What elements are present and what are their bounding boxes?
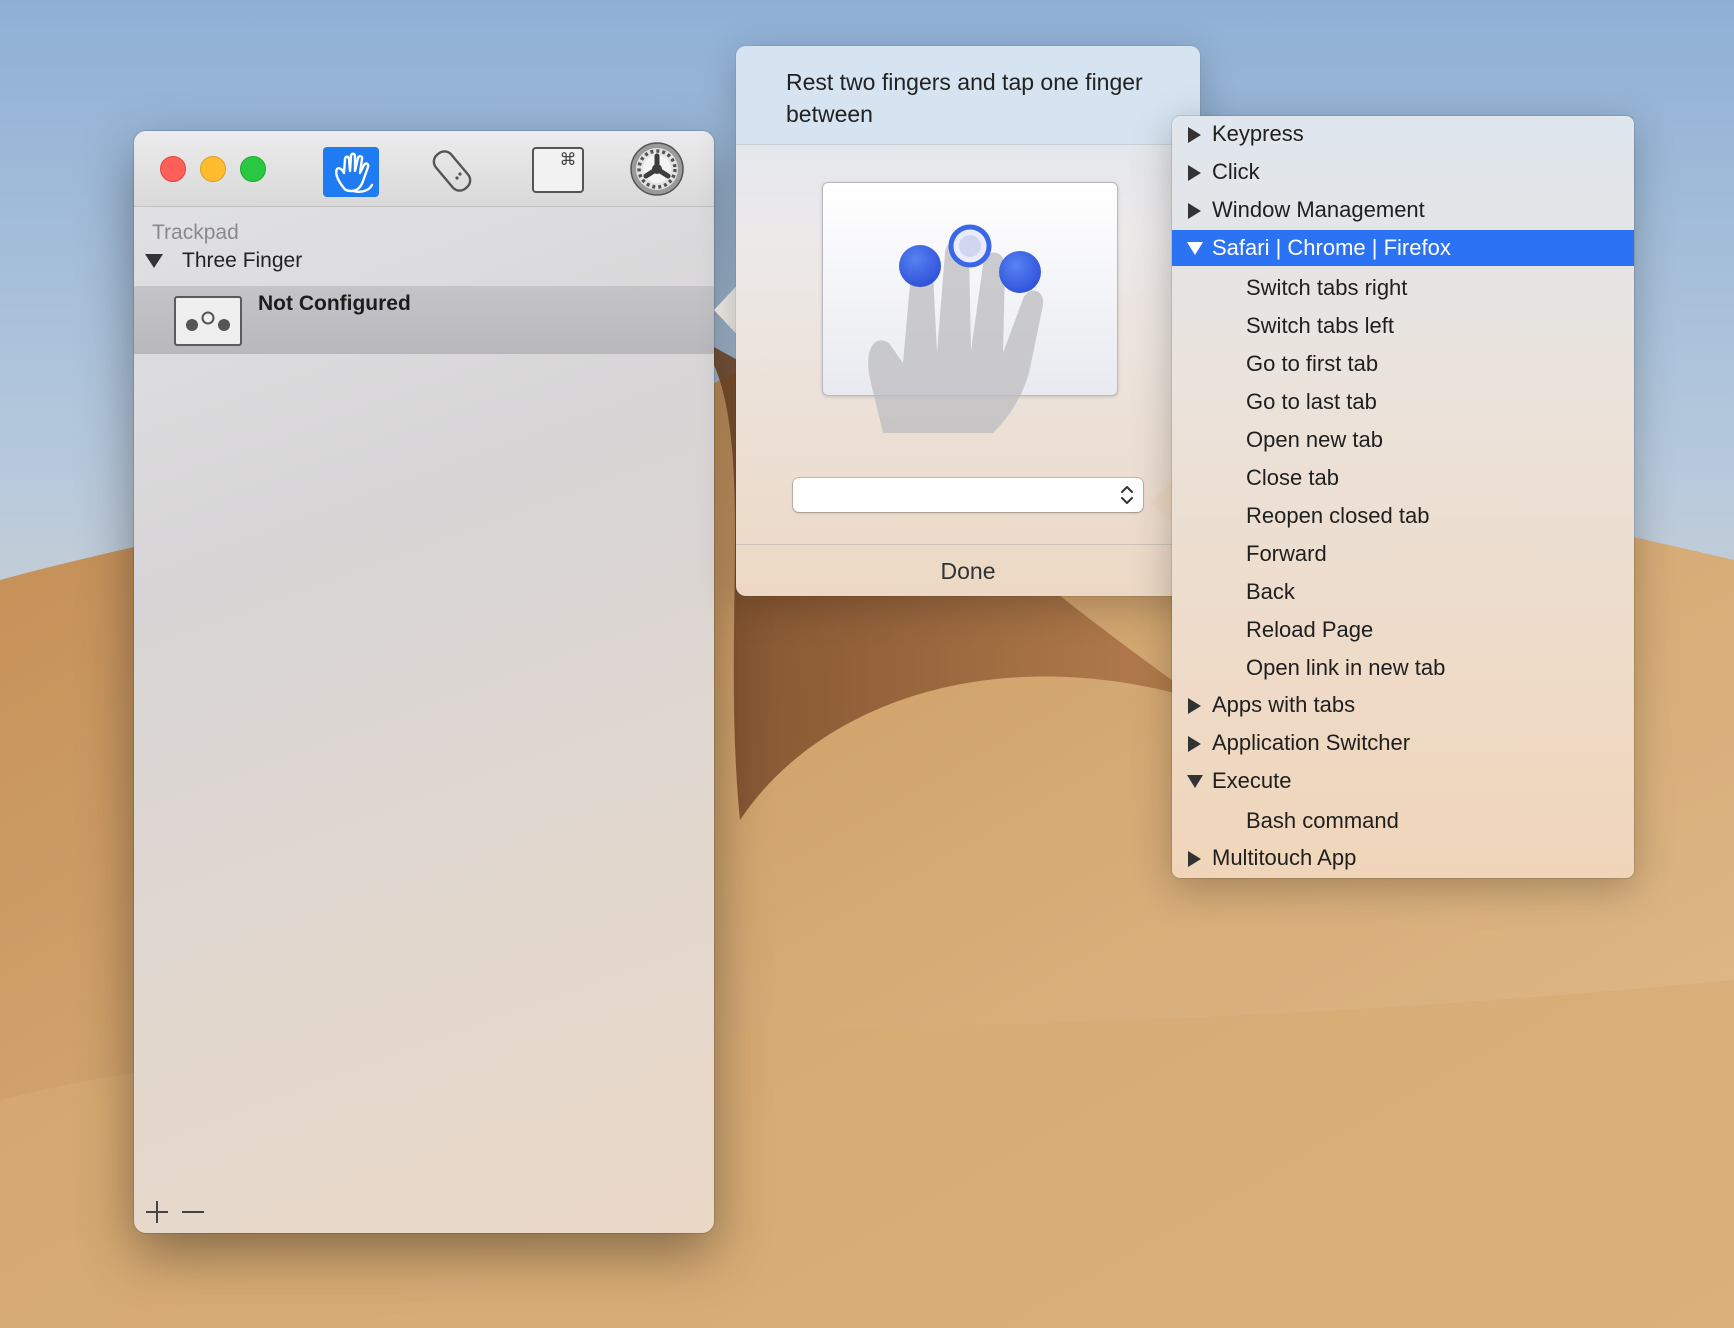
menu-item-close-tab[interactable]: Close tab <box>1172 460 1634 496</box>
disclosure-triangle-right-icon[interactable] <box>1186 126 1204 144</box>
menu-item-label: Open new tab <box>1246 427 1383 452</box>
disclosure-triangle-right-icon[interactable] <box>1186 202 1204 220</box>
menu-item-reload-page[interactable]: Reload Page <box>1172 612 1634 648</box>
finger-dot-left <box>899 245 941 287</box>
disclosure-triangle-down-icon[interactable] <box>144 252 164 270</box>
menu-item-click[interactable]: Click <box>1172 154 1634 190</box>
menu-item-label: Keypress <box>1212 121 1304 146</box>
menu-item-multitouch-app[interactable]: Multitouch App <box>1172 840 1634 876</box>
gesture-config-popover: Rest two fingers and tap one finger betw… <box>736 46 1200 596</box>
remote-tab-button[interactable] <box>424 145 480 195</box>
zoom-window-button[interactable] <box>240 156 266 182</box>
action-select[interactable] <box>793 478 1143 512</box>
menu-item-switch-tabs-right[interactable]: Switch tabs right <box>1172 270 1634 306</box>
menu-item-label: Execute <box>1212 768 1292 793</box>
gesture-illustration <box>822 182 1118 433</box>
group-label: Three Finger <box>182 249 303 272</box>
gesture-title: Not Configured <box>258 292 411 315</box>
finger-dot-right <box>999 251 1041 293</box>
sidebar-heading: Trackpad <box>152 221 239 244</box>
action-menu: Keypress Click Window Management Safari | C… <box>1172 116 1634 878</box>
gear-icon <box>630 142 684 196</box>
menu-item-back[interactable]: Back <box>1172 574 1634 610</box>
done-button[interactable]: Done <box>736 546 1200 596</box>
menu-item-bash-command[interactable]: Bash command <box>1172 803 1634 839</box>
menu-item-go-to-last-tab[interactable]: Go to last tab <box>1172 384 1634 420</box>
three-finger-tap-icon <box>174 296 242 346</box>
main-window: ⌘ Trackpad Three Finger Not Configured <box>134 131 714 1233</box>
gestures-icon <box>335 152 374 193</box>
close-window-button[interactable] <box>160 156 186 182</box>
menu-item-label: Safari | Chrome | Firefox <box>1212 235 1451 260</box>
menu-item-label: Apps with tabs <box>1212 692 1356 717</box>
menu-item-reopen-closed-tab[interactable]: Reopen closed tab <box>1172 498 1634 534</box>
menu-item-label: Bash command <box>1246 808 1399 833</box>
menu-item-open-link-in-new-tab[interactable]: Open link in new tab <box>1172 650 1634 686</box>
menu-item-safari-chrome-firefox[interactable]: Safari | Chrome | Firefox <box>1172 230 1634 266</box>
menu-item-label: Open link in new tab <box>1246 655 1446 680</box>
remove-icon[interactable] <box>180 1199 206 1225</box>
svg-text:⌘: ⌘ <box>560 150 577 170</box>
menu-item-label: Back <box>1246 579 1295 604</box>
disclosure-triangle-down-icon[interactable] <box>1186 773 1204 791</box>
chevron-up-down-icon <box>1121 486 1133 504</box>
disclosure-triangle-down-icon[interactable] <box>1186 240 1204 258</box>
add-icon[interactable] <box>144 1199 170 1225</box>
menu-item-apps-with-tabs[interactable]: Apps with tabs <box>1172 687 1634 723</box>
keyboard-shortcut-tab-button[interactable]: ⌘ <box>530 145 586 195</box>
gesture-list-item[interactable]: Not Configured <box>134 286 714 354</box>
menu-item-forward[interactable]: Forward <box>1172 536 1634 572</box>
menu-item-label: Reopen closed tab <box>1246 503 1430 528</box>
menu-item-label: Multitouch App <box>1212 845 1357 870</box>
menu-item-window-management[interactable]: Window Management <box>1172 192 1634 228</box>
gesture-description: Rest two fingers and tap one finger betw… <box>786 69 1143 127</box>
menu-item-application-switcher[interactable]: Application Switcher <box>1172 725 1634 761</box>
menu-item-open-new-tab[interactable]: Open new tab <box>1172 422 1634 458</box>
hand-illustration <box>868 224 1044 433</box>
disclosure-triangle-right-icon[interactable] <box>1186 697 1204 715</box>
menu-item-go-to-first-tab[interactable]: Go to first tab <box>1172 346 1634 382</box>
menu-item-label: Switch tabs left <box>1246 313 1394 338</box>
menu-item-label: Close tab <box>1246 465 1339 490</box>
menu-item-label: Go to first tab <box>1246 351 1379 376</box>
disclosure-triangle-right-icon[interactable] <box>1186 164 1204 182</box>
minimize-window-button[interactable] <box>200 156 226 182</box>
menu-item-label: Click <box>1212 159 1260 184</box>
disclosure-triangle-right-icon[interactable] <box>1186 735 1204 753</box>
window-toolbar: ⌘ <box>134 131 714 207</box>
remote-icon <box>432 150 472 192</box>
preferences-tab-button[interactable] <box>628 140 686 198</box>
popover-header: Rest two fingers and tap one finger betw… <box>736 46 1200 145</box>
menu-item-label: Window Management <box>1212 197 1425 222</box>
menu-item-label: Go to last tab <box>1246 389 1377 414</box>
menu-item-label: Reload Page <box>1246 617 1374 642</box>
keyboard-shortcut-icon: ⌘ <box>532 147 584 193</box>
menu-item-label: Application Switcher <box>1212 730 1411 755</box>
menu-item-execute[interactable]: Execute <box>1172 763 1634 799</box>
menu-item-keypress[interactable]: Keypress <box>1172 116 1634 152</box>
menu-item-label: Switch tabs right <box>1246 275 1408 300</box>
menu-item-label: Forward <box>1246 541 1327 566</box>
disclosure-triangle-right-icon[interactable] <box>1186 850 1204 868</box>
popover-divider <box>736 544 1200 545</box>
gestures-tab-button[interactable] <box>323 147 379 197</box>
menu-item-switch-tabs-left[interactable]: Switch tabs left <box>1172 308 1634 344</box>
